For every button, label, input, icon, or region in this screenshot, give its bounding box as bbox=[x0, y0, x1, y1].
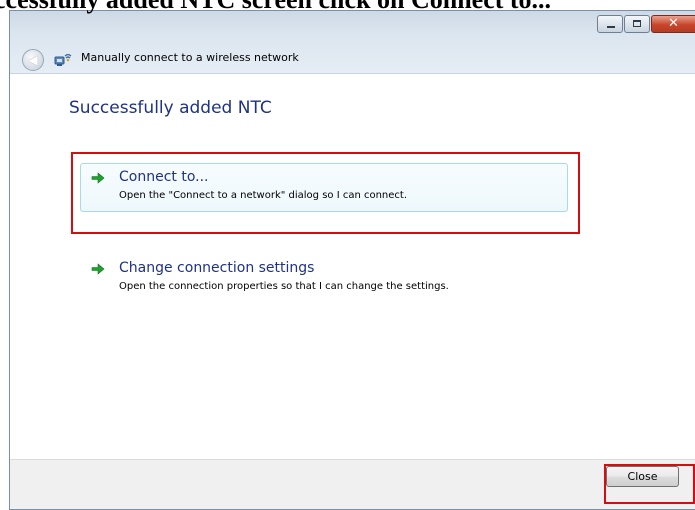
minimize-icon bbox=[607, 26, 615, 28]
wizard-window: ✕ ◀ Manually connect to a wireless netwo… bbox=[9, 10, 695, 510]
change-connection-settings-option[interactable]: Change connection settings Open the conn… bbox=[80, 254, 568, 303]
document-caption: ccessfully added NTC screen click on Con… bbox=[0, 0, 551, 15]
option-description: Open the "Connect to a network" dialog s… bbox=[119, 190, 408, 201]
dialog-footer bbox=[10, 459, 695, 509]
maximize-button[interactable] bbox=[624, 15, 650, 33]
maximize-icon bbox=[633, 20, 641, 27]
green-arrow-icon bbox=[91, 172, 105, 184]
green-arrow-icon bbox=[91, 263, 105, 275]
close-icon: ✕ bbox=[668, 16, 679, 31]
window-close-button[interactable]: ✕ bbox=[651, 15, 695, 33]
window-title: Manually connect to a wireless network bbox=[81, 51, 299, 64]
minimize-button[interactable] bbox=[597, 15, 623, 33]
option-description: Open the connection properties so that I… bbox=[119, 281, 449, 292]
page-title: Successfully added NTC bbox=[69, 98, 272, 118]
back-button[interactable]: ◀ bbox=[22, 49, 44, 71]
wireless-network-icon bbox=[54, 53, 72, 66]
page: ✕ ◀ Manually connect to a wireless netwo… bbox=[0, 0, 695, 510]
back-arrow-icon: ◀ bbox=[28, 53, 38, 67]
option-title: Connect to... bbox=[119, 169, 209, 185]
connect-to-option[interactable]: Connect to... Open the "Connect to a net… bbox=[80, 163, 568, 212]
close-button[interactable]: Close bbox=[606, 466, 679, 487]
title-bar: ✕ ◀ Manually connect to a wireless netwo… bbox=[10, 11, 695, 74]
option-title: Change connection settings bbox=[119, 260, 315, 276]
